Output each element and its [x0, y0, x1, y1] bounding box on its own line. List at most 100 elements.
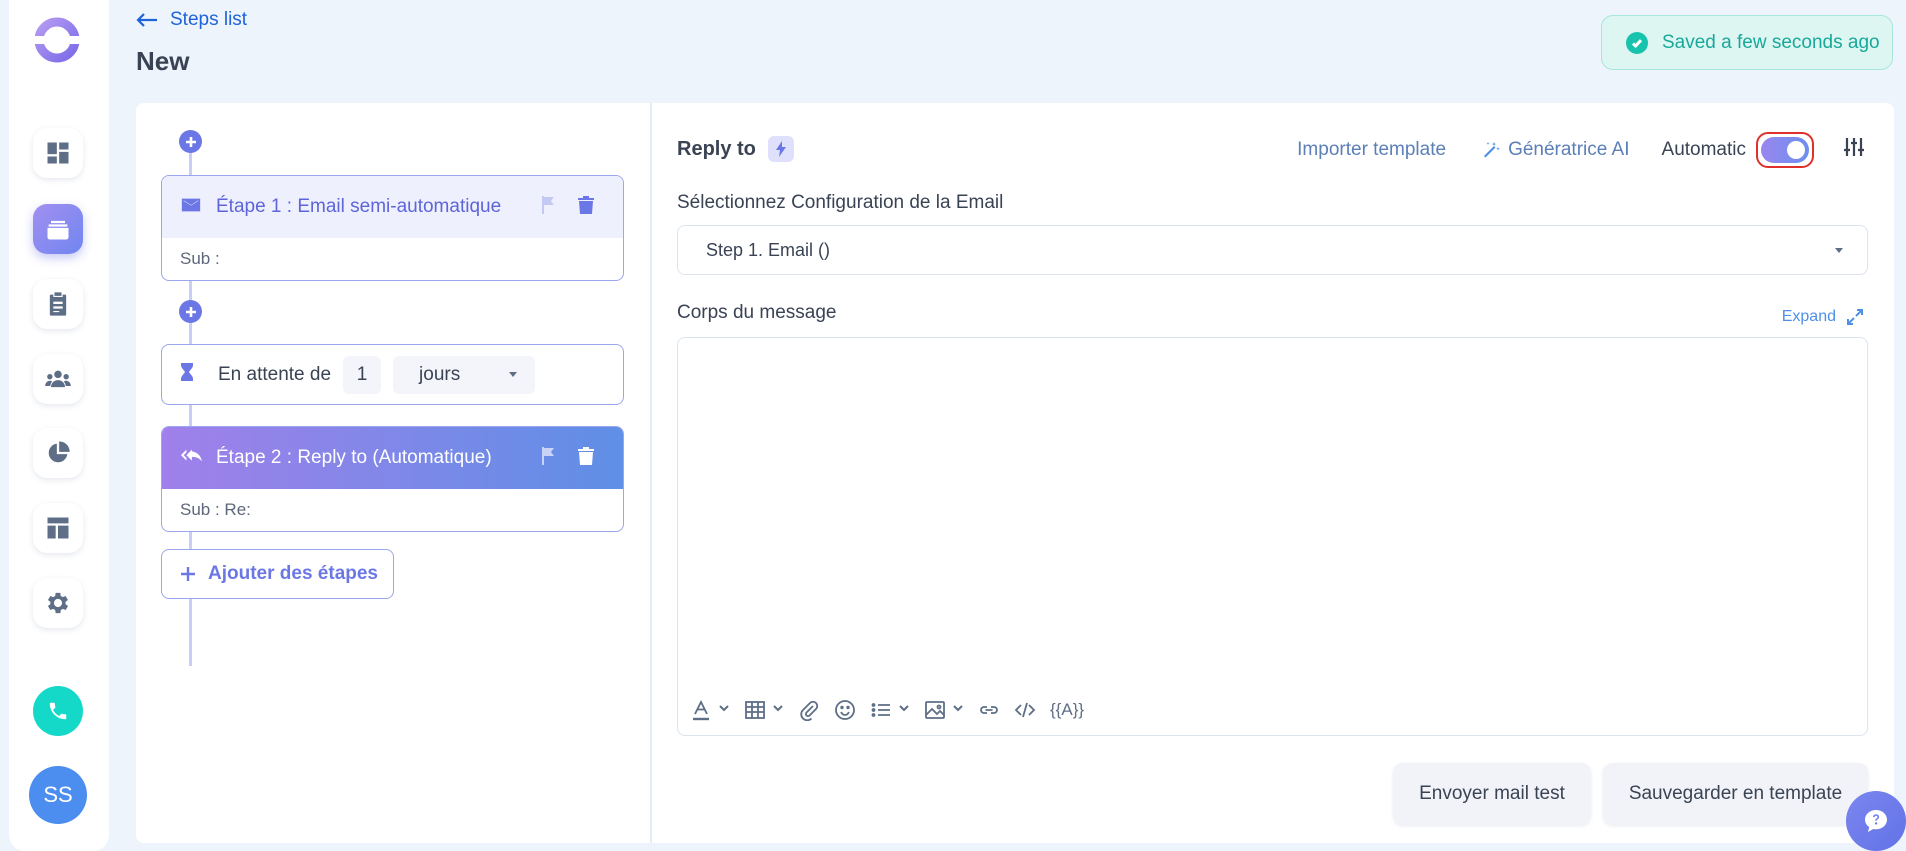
hourglass-icon [180, 362, 194, 388]
editor-title-text: Reply to [677, 137, 756, 160]
code-tool[interactable] [1014, 699, 1036, 721]
layout-icon [47, 517, 69, 539]
expand-label: Expand [1781, 308, 1836, 325]
magic-wand-icon [1484, 142, 1500, 158]
bolt-icon [767, 136, 794, 162]
body-label: Corps du message [677, 302, 837, 323]
expand-editor-button[interactable]: Expand [1782, 308, 1864, 326]
save-as-template-button[interactable]: Sauvegarder en template [1603, 763, 1868, 825]
arrow-left-icon [136, 13, 157, 27]
caret-down-icon [1835, 247, 1843, 253]
step-card-1[interactable]: Étape 1 : Email semi-automatique Sub : [161, 175, 624, 281]
step-2-title: Étape 2 : Reply to (Automatique) [216, 447, 492, 468]
add-steps-label: Ajouter des étapes [208, 563, 378, 584]
editor-settings-button[interactable] [1842, 135, 1866, 165]
config-label: Sélectionnez Configuration de la Email [677, 192, 1004, 213]
flag-icon [542, 195, 554, 214]
step-2-subject: Sub : Re: [180, 500, 251, 519]
page-title: New [136, 46, 190, 76]
email-config-select[interactable]: Step 1. Email () [677, 225, 1868, 275]
back-link-label: Steps list [170, 9, 248, 30]
list-icon [871, 703, 890, 717]
table-tool[interactable] [744, 699, 784, 721]
step-card-2[interactable]: Étape 2 : Reply to (Automatique) Sub : R… [161, 426, 624, 532]
pie-chart-icon [48, 441, 70, 463]
check-circle-icon [1626, 31, 1648, 54]
chevron-down-icon [773, 705, 783, 712]
inbox-stack-icon [47, 220, 69, 240]
step-1-header[interactable]: Étape 1 : Email semi-automatique [162, 176, 623, 238]
sliders-icon [1844, 138, 1864, 156]
call-button[interactable] [33, 686, 83, 736]
trash-icon [578, 446, 594, 465]
step-2-flag-button[interactable] [539, 446, 557, 471]
clipboard-icon [49, 292, 67, 316]
variables-tool[interactable]: {{A}} [1050, 700, 1084, 720]
reply-all-icon [180, 445, 202, 472]
people-icon [45, 370, 71, 388]
plus-icon [185, 136, 196, 147]
attachment-tool[interactable] [798, 699, 820, 721]
nav-contacts[interactable] [33, 354, 83, 404]
wait-duration-input[interactable]: 1 [343, 355, 382, 394]
gear-icon [47, 592, 69, 614]
saved-status-text: Saved a few seconds ago [1662, 31, 1880, 53]
text-color-tool[interactable] [690, 699, 730, 721]
chat-help-icon [1865, 810, 1887, 832]
expand-arrows-icon [1847, 309, 1863, 325]
automatic-toggle-focus [1756, 132, 1814, 168]
plus-icon [185, 306, 196, 317]
nav-reports[interactable] [33, 428, 83, 478]
automatic-label: Automatic [1661, 139, 1746, 160]
wait-label: En attente de [218, 363, 332, 385]
editor-title: Reply to [677, 136, 794, 162]
step-2-header[interactable]: Étape 2 : Reply to (Automatique) [162, 427, 623, 489]
image-icon [925, 701, 945, 719]
wait-unit-value: jours [419, 363, 461, 385]
user-avatar[interactable]: SS [29, 766, 87, 824]
image-tool[interactable] [924, 699, 964, 721]
table-icon [745, 701, 765, 719]
emoji-icon [835, 700, 855, 720]
chevron-down-icon [899, 705, 909, 712]
step-2-delete-button[interactable] [577, 446, 595, 471]
trash-icon [578, 195, 594, 214]
wait-delay-step: En attente de 1 jours [161, 344, 624, 405]
sequence-editor-card: Étape 1 : Email semi-automatique Sub : E… [136, 103, 1894, 843]
help-chat-button[interactable] [1846, 791, 1906, 851]
nav-settings[interactable] [33, 578, 83, 628]
link-tool[interactable] [978, 699, 1000, 721]
step-1-subject: Sub : [180, 249, 220, 268]
plus-icon [181, 567, 195, 581]
envelope-icon [180, 194, 202, 221]
wait-unit-select[interactable]: jours [393, 355, 536, 394]
chevron-down-icon [953, 705, 963, 712]
nav-campaigns[interactable] [33, 204, 83, 254]
message-body-editor[interactable]: {{A}} [677, 337, 1868, 736]
phone-icon [49, 702, 67, 720]
nav-templates[interactable] [33, 503, 83, 553]
insert-step-button-top[interactable] [179, 130, 202, 153]
text-color-icon [693, 699, 709, 721]
ai-generator-label: Génératrice AI [1508, 139, 1630, 160]
add-steps-button[interactable]: Ajouter des étapes [161, 549, 394, 599]
automatic-toggle[interactable] [1761, 137, 1809, 163]
nav-dashboard[interactable] [33, 128, 83, 178]
editor-toolbar: {{A}} [690, 695, 1084, 725]
email-config-value: Step 1. Email () [706, 239, 831, 260]
step-1-flag-button[interactable] [539, 195, 557, 220]
user-initials: SS [43, 782, 73, 807]
back-to-steps-link[interactable]: Steps list [136, 8, 247, 32]
flag-icon [542, 446, 554, 465]
chevron-down-icon [719, 705, 729, 712]
emoji-tool[interactable] [834, 699, 856, 721]
app-logo[interactable] [33, 16, 81, 64]
ai-generator-button[interactable]: Génératrice AI [1482, 139, 1630, 161]
step-1-delete-button[interactable] [577, 195, 595, 220]
saved-status-toast: Saved a few seconds ago [1601, 15, 1893, 70]
import-template-button[interactable]: Importer template [1297, 139, 1446, 161]
insert-step-button-middle[interactable] [179, 300, 202, 323]
nav-tasks[interactable] [33, 279, 83, 329]
list-tool[interactable] [870, 699, 910, 721]
send-test-mail-button[interactable]: Envoyer mail test [1393, 763, 1591, 825]
